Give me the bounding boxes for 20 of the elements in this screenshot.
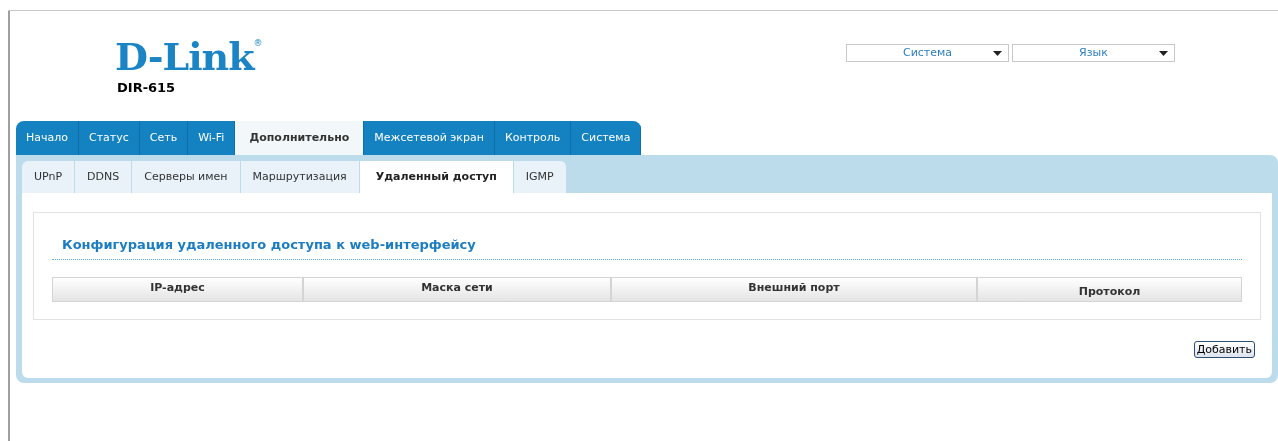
- sub-tab[interactable]: UPnP: [22, 161, 76, 193]
- sub-tab[interactable]: Серверы имен: [132, 161, 241, 193]
- column-header: Внешний порт: [611, 276, 977, 302]
- sub-tab[interactable]: Маршрутизация: [240, 161, 360, 193]
- registered-mark: ®: [253, 39, 263, 48]
- caret-icon: [1159, 51, 1168, 56]
- sub-tab[interactable]: IGMP: [513, 161, 567, 193]
- nav-tab[interactable]: Дополнительно: [235, 121, 365, 155]
- column-header: IP-адрес: [52, 276, 303, 302]
- caret-icon: [993, 51, 1002, 56]
- column-header: Протокол: [977, 276, 1242, 302]
- select-dropdown[interactable]: Язык: [1012, 44, 1175, 62]
- sub-tab[interactable]: DDNS: [75, 161, 133, 193]
- select-dropdown[interactable]: Система: [846, 44, 1009, 62]
- add-button[interactable]: Добавить: [1193, 341, 1255, 358]
- logo: D-Link: [115, 39, 254, 75]
- section-title: Конфигурация удаленного доступа к web-интерфейсу: [52, 235, 1242, 260]
- sub-tab[interactable]: Удаленный доступ: [359, 161, 514, 193]
- column-header: Маска сети: [303, 276, 611, 302]
- model-name: DIR-615: [117, 79, 177, 97]
